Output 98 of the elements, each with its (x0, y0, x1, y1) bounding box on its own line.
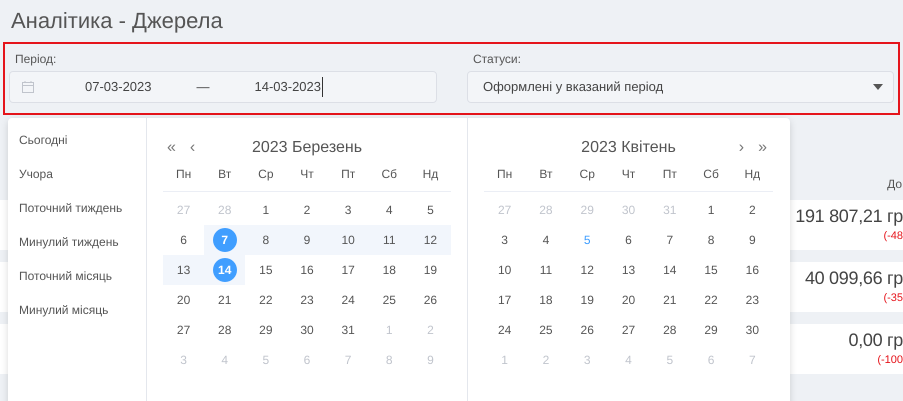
calendar-day[interactable]: 6 (180, 231, 187, 249)
shortcut-link[interactable]: Сьогодні (19, 131, 146, 147)
calendar-day[interactable]: 20 (176, 291, 190, 309)
calendar-day[interactable]: 27 (176, 321, 190, 339)
weekday-label: Пт (340, 166, 356, 183)
nav-arrow-button[interactable]: › (738, 140, 744, 156)
calendar-day[interactable]: 20 (622, 291, 636, 309)
calendar-day[interactable]: 26 (580, 321, 594, 339)
weekday-label: Пт (662, 166, 678, 183)
calendar-day[interactable]: 14 (663, 261, 676, 279)
calendar-day[interactable]: 26 (424, 291, 438, 309)
date-from: 07-03-2023 (85, 78, 152, 96)
calendar-day[interactable]: 30 (300, 321, 314, 339)
calendar-day[interactable]: 16 (746, 261, 760, 279)
nav-arrow-button[interactable]: » (758, 140, 767, 156)
calendar-day[interactable]: 13 (622, 261, 636, 279)
page-title: Аналітика - Джерела (10, 7, 224, 35)
calendar-day[interactable]: 27 (622, 321, 636, 339)
weekday-label: Пн (174, 166, 192, 183)
field-label: Період: (14, 51, 58, 68)
calendar-day[interactable]: 19 (424, 261, 438, 279)
calendar-day[interactable]: 31 (341, 321, 355, 339)
calendar-day[interactable]: 7 (666, 231, 674, 249)
calendar-day[interactable]: 18 (382, 261, 396, 279)
calendar-day[interactable]: 18 (539, 291, 553, 309)
date-range-field[interactable]: 07-03-2023 — 14-03-2023 (9, 71, 437, 103)
calendar-day[interactable]: 19 (580, 291, 594, 309)
calendar-day[interactable]: 9 (749, 231, 756, 249)
calendar-day[interactable]: 6 (625, 231, 632, 249)
calendar-day[interactable]: 3 (344, 201, 352, 219)
calendar-day[interactable]: 21 (663, 291, 676, 309)
calendar-day[interactable]: 15 (259, 261, 273, 279)
calendar-day[interactable]: 4 (542, 231, 550, 249)
weekday-label: Сб (380, 166, 398, 183)
shortcut-link[interactable]: Поточний місяць (19, 267, 146, 283)
calendar-day[interactable]: 24 (341, 291, 355, 309)
calendar-day[interactable]: 22 (704, 291, 718, 309)
calendar-day[interactable]: 28 (663, 321, 676, 339)
calendar-day[interactable]: 1 (262, 201, 270, 219)
calendar-day[interactable]: 17 (498, 291, 512, 309)
calendar-day[interactable]: 12 (580, 261, 594, 279)
calendar-day[interactable]: 8 (708, 231, 714, 249)
change-text: (-100 (877, 353, 903, 368)
weekday-label: Вт (217, 166, 232, 183)
calendar-day[interactable]: 23 (746, 291, 760, 309)
calendar-day[interactable]: 29 (704, 321, 718, 339)
weekday-label: Сб (702, 166, 720, 183)
calendar-day[interactable]: 23 (300, 291, 314, 309)
calendar-day[interactable]: 21 (218, 291, 232, 309)
weekday-label: Вт (538, 166, 554, 183)
status-select[interactable]: Оформлені у вказаний період (467, 71, 894, 103)
calendar-day[interactable]: 1 (708, 201, 714, 219)
column-heading: До (887, 176, 902, 193)
calendar-day[interactable]: 10 (498, 261, 512, 279)
calendar-day[interactable]: 28 (218, 321, 232, 339)
calendar-day[interactable]: 15 (704, 261, 718, 279)
calendar-day[interactable]: 4 (386, 201, 393, 219)
calendar-day[interactable]: 9 (304, 231, 310, 249)
weekday-label: Пн (496, 166, 514, 183)
amount-text: 40 099,66 гр (804, 267, 903, 290)
calendar-day[interactable]: 11 (383, 231, 396, 249)
calendar-day[interactable]: 16 (300, 261, 314, 279)
weekday-label: Чт (620, 166, 636, 183)
month-title: 2023 Квітень (581, 138, 676, 158)
calendar-day[interactable]: 22 (259, 291, 273, 309)
month-title: 2023 Березень (252, 138, 362, 158)
amount-text: 191 807,21 гр (795, 205, 903, 228)
change-text: (-35 (883, 291, 903, 306)
calendar-day[interactable]: 5 (427, 201, 434, 219)
shortcut-link[interactable]: Поточний тиждень (19, 199, 146, 215)
shortcut-link[interactable]: Минулий тиждень (19, 233, 146, 249)
weekday-label: Ср (578, 166, 596, 183)
date-separator: — (196, 78, 210, 96)
calendar-day[interactable]: 8 (262, 231, 270, 249)
weekday-label: Ср (257, 166, 275, 183)
field-label: Статуси: (472, 51, 522, 68)
calendar-day[interactable]: 11 (540, 261, 552, 279)
weekday-label: Нд (422, 166, 440, 183)
date-to: 14-03-2023 (254, 77, 323, 97)
calendar-day[interactable]: 17 (341, 261, 355, 279)
nav-arrow-button[interactable]: ‹ (190, 140, 196, 156)
calendar-icon (22, 81, 34, 93)
calendar-day[interactable]: 30 (746, 321, 760, 339)
calendar-day[interactable]: 29 (259, 321, 273, 339)
shortcut-link[interactable]: Учора (19, 165, 146, 181)
dropdown-caret-icon (873, 84, 883, 90)
weekday-label: Нд (744, 166, 762, 183)
calendar-day[interactable]: 25 (382, 291, 396, 309)
change-text: (-48 (883, 229, 903, 244)
calendar-day[interactable]: 24 (498, 321, 512, 339)
nav-arrow-button[interactable]: « (167, 140, 176, 156)
calendar-day[interactable]: 2 (749, 201, 756, 219)
calendar-day[interactable]: 2 (304, 201, 310, 219)
amount-text: 0,00 гр (848, 329, 903, 352)
shortcut-link[interactable]: Минулий місяць (19, 301, 146, 317)
calendar-day[interactable]: 3 (501, 231, 508, 249)
calendar-day[interactable]: 25 (539, 321, 553, 339)
weekday-label: Чт (299, 166, 315, 183)
